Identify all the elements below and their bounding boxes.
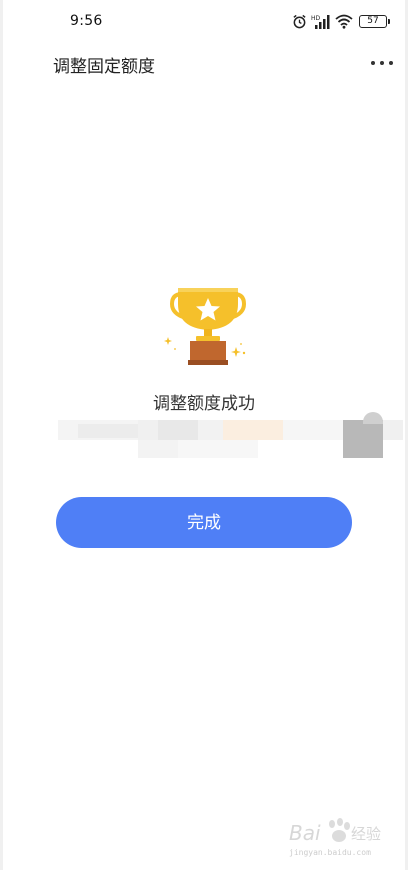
blurred-info [58, 412, 405, 462]
status-icons: HD 57 [292, 12, 390, 30]
result-message: 调整额度成功 [153, 394, 255, 414]
done-button[interactable]: 完成 [56, 497, 352, 548]
more-options-button[interactable] [369, 52, 395, 74]
svg-text:HD: HD [311, 15, 321, 22]
more-dot-icon [371, 61, 375, 65]
page-title: 调整固定额度 [53, 57, 155, 77]
status-time: 9:56 [70, 13, 103, 29]
battery-icon: 57 [359, 14, 390, 28]
more-dot-icon [389, 61, 393, 65]
watermark: Bai 经验 jingyan.baidu.com [259, 812, 389, 862]
nav-bar: 调整固定额度 [3, 44, 405, 84]
status-bar: 9:56 HD 57 [3, 0, 405, 44]
trophy-icon [164, 288, 247, 365]
screen: 9:56 HD 57 调整固定额度 调整额度成功 完成 Bai 经验 jingy… [3, 0, 405, 870]
watermark-logo: Bai 经验 [289, 818, 381, 845]
svg-text:Bai: Bai [289, 821, 321, 845]
svg-text:经验: 经验 [351, 825, 381, 843]
more-dot-icon [380, 61, 384, 65]
watermark-url: jingyan.baidu.com [289, 848, 371, 857]
alarm-icon [293, 14, 306, 28]
wifi-icon [335, 14, 353, 29]
hd-signal-icon: HD [311, 14, 330, 29]
